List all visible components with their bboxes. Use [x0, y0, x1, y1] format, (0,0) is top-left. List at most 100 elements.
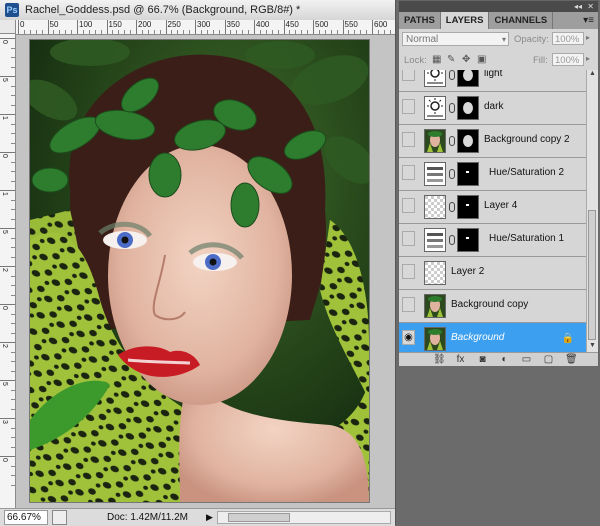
layers-scrollbar[interactable]: ▲ ▼ — [586, 70, 598, 352]
layer-mask-thumbnail[interactable] — [457, 228, 479, 252]
visibility-toggle[interactable] — [402, 99, 415, 114]
link-icon[interactable] — [449, 169, 455, 179]
ruler-origin[interactable] — [0, 20, 16, 34]
scroll-down-icon[interactable]: ▼ — [587, 342, 598, 352]
ruler-minor-tick — [348, 30, 350, 34]
layer-mask-thumbnail[interactable] — [457, 195, 479, 219]
link-icon[interactable] — [449, 70, 455, 80]
visibility-toggle[interactable] — [402, 198, 415, 213]
ruler-minor-tick — [389, 30, 391, 34]
blend-mode-select[interactable]: Normal ▾ — [402, 32, 509, 46]
layer-row[interactable]: Hue/Saturation 1 — [399, 224, 586, 257]
vertical-ruler[interactable]: 051015202530 — [0, 34, 16, 508]
group-icon[interactable]: ▭ — [521, 354, 532, 365]
layer-mask-thumbnail[interactable] — [457, 96, 479, 120]
visibility-toggle[interactable] — [402, 70, 415, 81]
layer-row[interactable]: light — [399, 70, 586, 92]
link-icon[interactable] — [449, 235, 455, 245]
lock-position-icon[interactable]: ✥ — [462, 55, 472, 65]
adjustment-thumbnail[interactable] — [424, 162, 446, 186]
canvas-area[interactable] — [16, 35, 395, 508]
layer-mask-thumbnail[interactable] — [457, 70, 479, 87]
panel-menu-icon[interactable]: ▾≡ — [583, 12, 594, 29]
document-titlebar[interactable]: Ps Rachel_Goddess.psd @ 66.7% (Backgroun… — [0, 0, 395, 21]
ruler-minor-tick — [11, 370, 15, 372]
scrollbar-thumb[interactable] — [588, 210, 596, 340]
layer-row[interactable]: Background copy — [399, 290, 586, 323]
horizontal-ruler[interactable]: 0 50 100 150 200 250 300 350 400 450 500 550 600 — [16, 20, 395, 35]
adjustment-icon[interactable]: ◐ — [499, 354, 510, 365]
portrait-photo — [30, 40, 369, 502]
zoom-field[interactable]: 66.67% — [4, 510, 48, 525]
ruler-minor-tick — [11, 142, 15, 144]
layer-thumbnail[interactable] — [424, 261, 446, 285]
new-layer-icon[interactable]: ▢ — [543, 354, 554, 365]
visibility-toggle[interactable] — [402, 165, 415, 180]
adjustment-thumbnail[interactable] — [424, 70, 446, 87]
layer-row[interactable]: Layer 4 — [399, 191, 586, 224]
visibility-toggle[interactable] — [402, 297, 415, 312]
chevron-down-icon[interactable]: ▸ — [586, 33, 590, 42]
mask-icon[interactable]: ◙ — [477, 354, 488, 365]
fill-field[interactable]: 100% — [552, 53, 584, 66]
layer-thumbnail[interactable] — [424, 195, 446, 219]
link-icon[interactable] — [449, 136, 455, 146]
ruler-minor-tick — [11, 294, 15, 296]
ruler-tick — [0, 76, 15, 77]
layer-row[interactable]: dark — [399, 92, 586, 125]
ruler-tick-label: 3 — [1, 420, 8, 424]
scrollbar-thumb[interactable] — [227, 513, 290, 522]
eye-icon[interactable]: ◉ — [402, 330, 415, 345]
adjustment-thumbnail[interactable] — [424, 96, 446, 120]
layer-name: Background copy 2 — [484, 134, 570, 145]
visibility-toggle[interactable] — [402, 231, 415, 246]
ruler-tick-label: 0 — [1, 306, 8, 310]
layers-panel: ◂◂ ✕ PATHS LAYERS CHANNELS ▾≡ Normal ▾ O… — [398, 0, 599, 366]
collapse-icon[interactable]: ◂◂ — [574, 1, 582, 12]
trash-icon[interactable]: 🗑 — [565, 354, 578, 365]
ruler-minor-tick — [377, 30, 379, 34]
layer-mask-thumbnail[interactable] — [457, 162, 479, 186]
link-icon[interactable] — [449, 103, 455, 113]
tab-channels[interactable]: CHANNELS — [489, 12, 554, 29]
ruler-minor-tick — [11, 57, 15, 58]
visibility-toggle[interactable] — [402, 264, 415, 279]
close-icon[interactable]: ✕ — [587, 1, 594, 12]
layer-name: Layer 4 — [484, 200, 518, 211]
fx-icon[interactable]: fx — [455, 354, 466, 365]
ruler-minor-tick — [11, 484, 15, 486]
ruler-tick-label: 600 — [372, 20, 387, 34]
lock-image-icon[interactable]: ✎ — [447, 55, 457, 65]
layer-mask-thumbnail[interactable] — [457, 129, 479, 153]
chevron-down-icon[interactable]: ▸ — [586, 54, 590, 63]
tab-layers[interactable]: LAYERS — [440, 12, 490, 29]
document-window: Ps Rachel_Goddess.psd @ 66.7% (Backgroun… — [0, 0, 396, 526]
ruler-tick-label: 250 — [165, 20, 181, 34]
layer-row[interactable]: Hue/Saturation 2 — [399, 158, 586, 191]
link-icon[interactable]: ⛓ — [433, 354, 446, 365]
lock-all-icon[interactable]: ▣ — [477, 55, 487, 65]
opacity-field[interactable]: 100% — [552, 32, 584, 45]
document-image[interactable] — [30, 40, 369, 502]
status-options-icon[interactable] — [52, 510, 67, 525]
visibility-toggle[interactable] — [402, 132, 415, 147]
layer-row[interactable]: Background copy 2 — [399, 125, 586, 158]
lock-transparent-icon[interactable]: ▦ — [432, 55, 442, 65]
layers-list[interactable]: light dark Background copy 2 Hue/Saturation… — [399, 70, 586, 352]
link-icon[interactable] — [449, 202, 455, 212]
ruler-minor-tick — [242, 30, 244, 34]
layer-thumbnail[interactable] — [424, 129, 446, 153]
layer-thumbnail[interactable] — [424, 327, 446, 351]
tab-paths[interactable]: PATHS — [399, 12, 441, 29]
scroll-up-icon[interactable]: ▲ — [587, 70, 598, 80]
layer-row[interactable]: ◉ Background 🔒 — [399, 323, 586, 352]
ruler-minor-tick — [11, 209, 15, 210]
adjustment-thumbnail[interactable] — [424, 228, 446, 252]
ruler-minor-tick — [212, 30, 214, 34]
horizontal-scrollbar[interactable] — [216, 511, 391, 524]
layer-row[interactable]: Layer 2 — [399, 257, 586, 290]
status-menu-arrow-icon[interactable]: ▶ — [206, 512, 213, 523]
ruler-minor-tick — [159, 30, 161, 34]
ruler-tick — [0, 418, 15, 419]
layer-thumbnail[interactable] — [424, 294, 446, 318]
